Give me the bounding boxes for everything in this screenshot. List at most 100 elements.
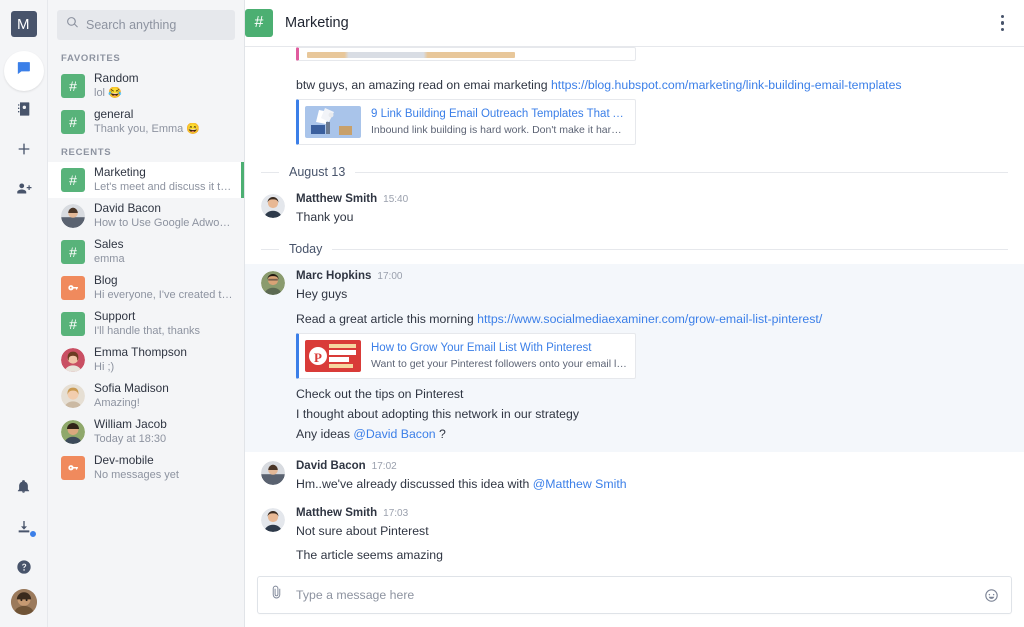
sidebar-item-blog[interactable]: Blog Hi everyone, I've created this c... — [48, 270, 244, 306]
message-text-after: ? — [435, 427, 446, 441]
message-text: The article seems amazing — [296, 548, 443, 562]
message-row-highlighted-link: Read a great article this morning https:… — [245, 304, 1024, 384]
sidebar-item-dev-mobile[interactable]: Dev-mobile No messages yet — [48, 450, 244, 486]
message-text-before: Read a great article this morning — [296, 312, 478, 326]
message-row-hubspot: btw guys, an amazing read on emai market… — [245, 73, 1024, 155]
sidebar-item-title: Support — [94, 310, 136, 323]
rail-item-contacts[interactable] — [4, 91, 44, 131]
sidebar-item-david-bacon[interactable]: David Bacon How to Use Google Adwords E.… — [48, 198, 244, 234]
rail-item-downloads[interactable] — [4, 509, 44, 549]
sidebar-item-william-jacob[interactable]: William Jacob Today at 18:30 — [48, 414, 244, 450]
divider-label: August 13 — [289, 165, 346, 179]
link-preview-card[interactable]: 9 Link Building Email Outreach Templates… — [296, 99, 636, 145]
search-box[interactable] — [57, 10, 235, 40]
message-timestamp: 17:02 — [371, 461, 397, 472]
rail-item-add[interactable] — [4, 131, 44, 171]
search-input[interactable] — [86, 18, 226, 32]
link-preview-thumbnail: P — [305, 340, 361, 372]
message-link[interactable]: https://blog.hubspot.com/marketing/link-… — [551, 78, 902, 92]
message-text: I thought about adopting this network in… — [296, 407, 580, 421]
rail-item-invite[interactable] — [4, 171, 44, 211]
paperclip-icon[interactable] — [269, 585, 284, 605]
sidebar-item-preview: How to Use Google Adwords E... — [94, 217, 234, 229]
svg-text:P: P — [314, 350, 322, 365]
avatar — [61, 384, 85, 408]
key-icon — [61, 276, 85, 300]
message-text: Read a great article this morning https:… — [296, 309, 1008, 329]
link-preview-title[interactable]: How to Grow Your Email List With Pintere… — [371, 341, 627, 356]
message-author: Matthew Smith — [296, 193, 378, 205]
avatar-image — [10, 589, 37, 615]
sidebar-item-title: William Jacob — [94, 418, 167, 431]
help-icon — [16, 559, 32, 580]
message-input[interactable] — [294, 587, 974, 603]
rail-user-avatar[interactable] — [10, 589, 37, 615]
avatar — [61, 420, 85, 444]
hash-icon: # — [61, 74, 85, 98]
sidebar-item-random[interactable]: # Random lol 😂 — [48, 68, 244, 104]
sidebar-item-support[interactable]: # Support I'll handle that, thanks — [48, 306, 244, 342]
message-text: Not sure about Pinterest — [296, 524, 429, 538]
message-text: Thank you — [296, 210, 354, 224]
main-panel: # Marketing btw guys, an amazing read on… — [245, 0, 1024, 627]
sidebar-item-title: Emma Thompson — [94, 346, 187, 359]
message-list[interactable]: btw guys, an amazing read on emai market… — [245, 47, 1024, 569]
bell-icon — [16, 479, 31, 499]
hash-icon: # — [61, 168, 85, 192]
sidebar-item-title: Dev-mobile — [94, 454, 154, 467]
sidebar-item-preview: lol 😂 — [94, 87, 122, 99]
link-preview-title[interactable]: 9 Link Building Email Outreach Templates… — [371, 107, 627, 122]
sidebar-item-preview: Hi everyone, I've created this c... — [94, 289, 234, 301]
search-container — [48, 0, 244, 46]
avatar — [261, 271, 285, 295]
avatar — [61, 348, 85, 372]
mention-david-bacon[interactable]: @David Bacon — [353, 427, 435, 441]
message-timestamp: 17:03 — [383, 508, 409, 519]
chat-app: M Search anything FAVORITES # Random lol… — [0, 0, 1024, 627]
rail-item-help[interactable] — [4, 549, 44, 589]
app-logo[interactable]: M — [10, 11, 37, 37]
sidebar-item-marketing[interactable]: # Marketing Let's meet and discuss it to… — [48, 162, 244, 198]
message-author: David Bacon — [296, 460, 366, 472]
sidebar-item-title: Marketing — [94, 166, 146, 179]
message-row: David Bacon 17:02 Hm..we've already disc… — [245, 452, 1024, 499]
hash-icon: # — [61, 312, 85, 336]
sidebar-item-emma-thompson[interactable]: Emma Thompson Hi ;) — [48, 342, 244, 378]
sidebar-item-preview: Amazing! — [94, 397, 140, 409]
smiley-icon[interactable] — [984, 588, 999, 603]
message-timestamp: 17:00 — [377, 271, 403, 282]
avatar — [61, 204, 85, 228]
divider-line-right — [355, 171, 1008, 173]
clipped-thumb — [307, 52, 515, 58]
sidebar-item-title: Random — [94, 72, 139, 85]
link-preview-card[interactable]: P How to Grow Your Email List With Pinte… — [296, 333, 636, 379]
sidebar-item-preview: emma — [94, 253, 125, 265]
message-timestamp: 15:40 — [383, 194, 409, 205]
sidebar-item-preview: Thank you, Emma 😄 — [94, 123, 201, 135]
sidebar-item-title: Sofia Madison — [94, 382, 169, 395]
download-badge — [28, 530, 37, 538]
sidebar-item-sofia-madison[interactable]: Sofia Madison Amazing! — [48, 378, 244, 414]
key-icon — [61, 456, 85, 480]
message-composer[interactable] — [257, 576, 1012, 614]
mention-matthew-smith[interactable]: @Matthew Smith — [533, 477, 627, 491]
clipped-attachment-card[interactable] — [296, 47, 636, 61]
sidebar-item-title: Sales — [94, 238, 124, 251]
rail-item-chat[interactable] — [3, 51, 44, 91]
sidebar-item-sales[interactable]: # Sales emma — [48, 234, 244, 270]
recents-section-label: RECENTS — [61, 147, 112, 158]
hash-icon: # — [61, 240, 85, 264]
message-row: Matthew Smith 15:40 Thank you — [245, 187, 1024, 232]
rail-item-notifications[interactable] — [4, 469, 44, 509]
message-link[interactable]: https://www.socialmediaexaminer.com/grow… — [477, 312, 822, 326]
kebab-menu-icon[interactable] — [997, 9, 1009, 38]
sidebar-item-general[interactable]: # general Thank you, Emma 😄 — [48, 104, 244, 140]
message-text: Hey guys — [296, 287, 348, 301]
date-divider-today: Today — [245, 232, 1024, 264]
divider-line-left — [261, 248, 279, 250]
sidebar-item-title: Blog — [94, 274, 118, 287]
message-text: Any ideas @David Bacon ? — [296, 424, 1008, 444]
message-author: Marc Hopkins — [296, 270, 372, 282]
link-preview-thumbnail — [305, 106, 361, 138]
message-text-before: Hm..we've already discussed this idea wi… — [296, 477, 533, 491]
